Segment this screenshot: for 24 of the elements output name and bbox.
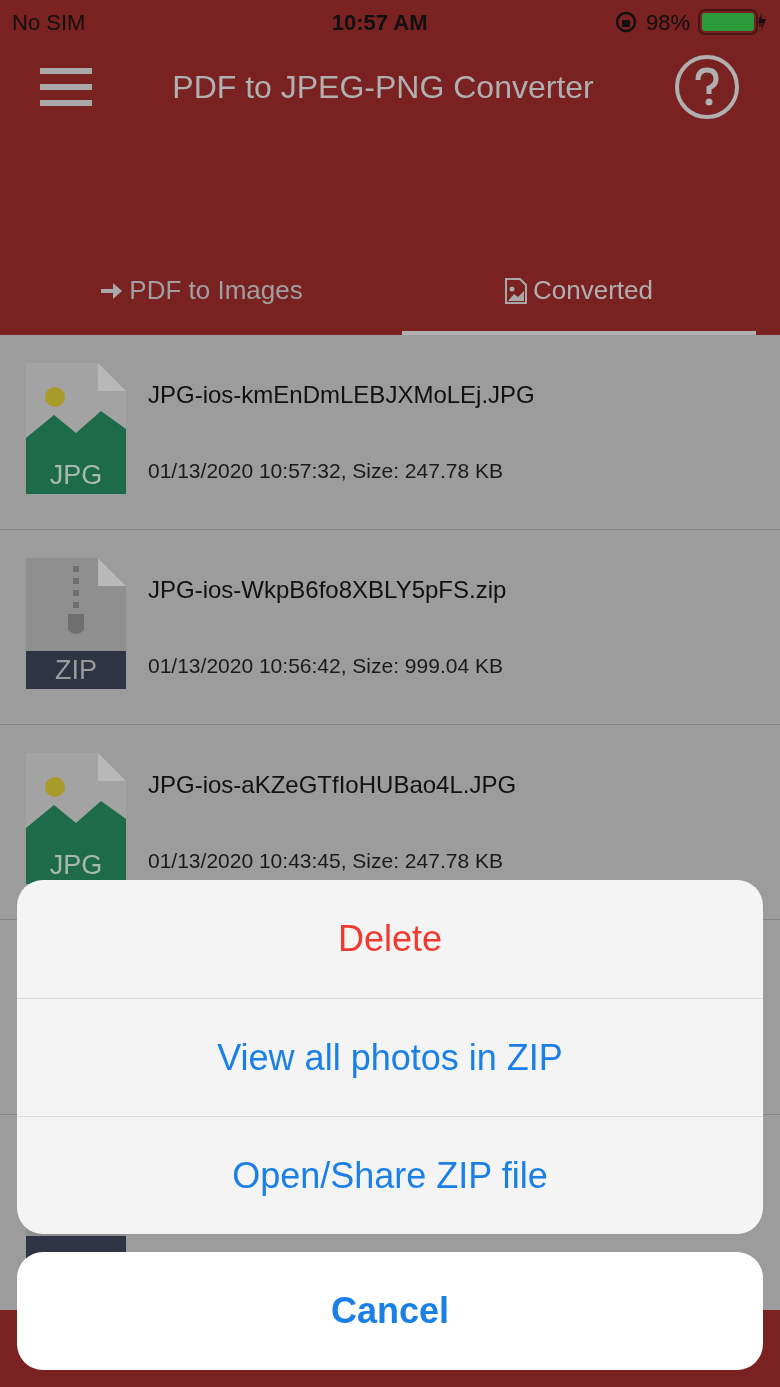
help-icon[interactable] (674, 54, 740, 120)
battery-percent: 98% (645, 8, 690, 37)
file-type-label: ZIP (26, 651, 126, 689)
menu-icon[interactable] (40, 68, 92, 106)
action-button[interactable]: Open/Share ZIP file (17, 1116, 763, 1234)
tab[interactable]: PDF to Images (24, 250, 378, 335)
battery-icon (698, 9, 768, 35)
action-button[interactable]: View all photos in ZIP (17, 998, 763, 1116)
file-name: JPG-ios-WkpB6fo8XBLY5pFS.zip (148, 575, 507, 605)
file-name: JPG-ios-aKZeGTfIoHUBao4L.JPG (148, 770, 517, 800)
file-details: 01/13/2020 10:56:42, Size: 999.04 KB (148, 653, 504, 679)
app-title: PDF to JPEG-PNG Converter (172, 68, 594, 107)
cancel-button[interactable]: Cancel (17, 1252, 763, 1370)
file-type-label: JPG (26, 456, 126, 494)
file-name: JPG-ios-kmEnDmLEBJXMoLEj.JPG (148, 380, 535, 410)
file-row[interactable]: ZIP JPG-ios-WkpB6fo8XBLY5pFS.zip 01/13/2020 10:56:42, Size: 999.04 KB (0, 530, 780, 725)
file-details: 01/13/2020 10:57:32, Size: 247.78 KB (148, 458, 504, 484)
rotation-lock-icon (613, 10, 638, 34)
file-details: 01/13/2020 10:43:45, Size: 247.78 KB (148, 848, 504, 874)
file-type-label: JPG (26, 846, 126, 884)
carrier-label: No SIM (12, 8, 86, 37)
file-row[interactable]: JPG JPG-ios-kmEnDmLEBJXMoLEj.JPG 01/13/2020 10:57:32, Size: 247.78 KB (0, 335, 780, 530)
image-file-icon (505, 277, 527, 304)
status-time: 10:57 AM (331, 8, 428, 37)
